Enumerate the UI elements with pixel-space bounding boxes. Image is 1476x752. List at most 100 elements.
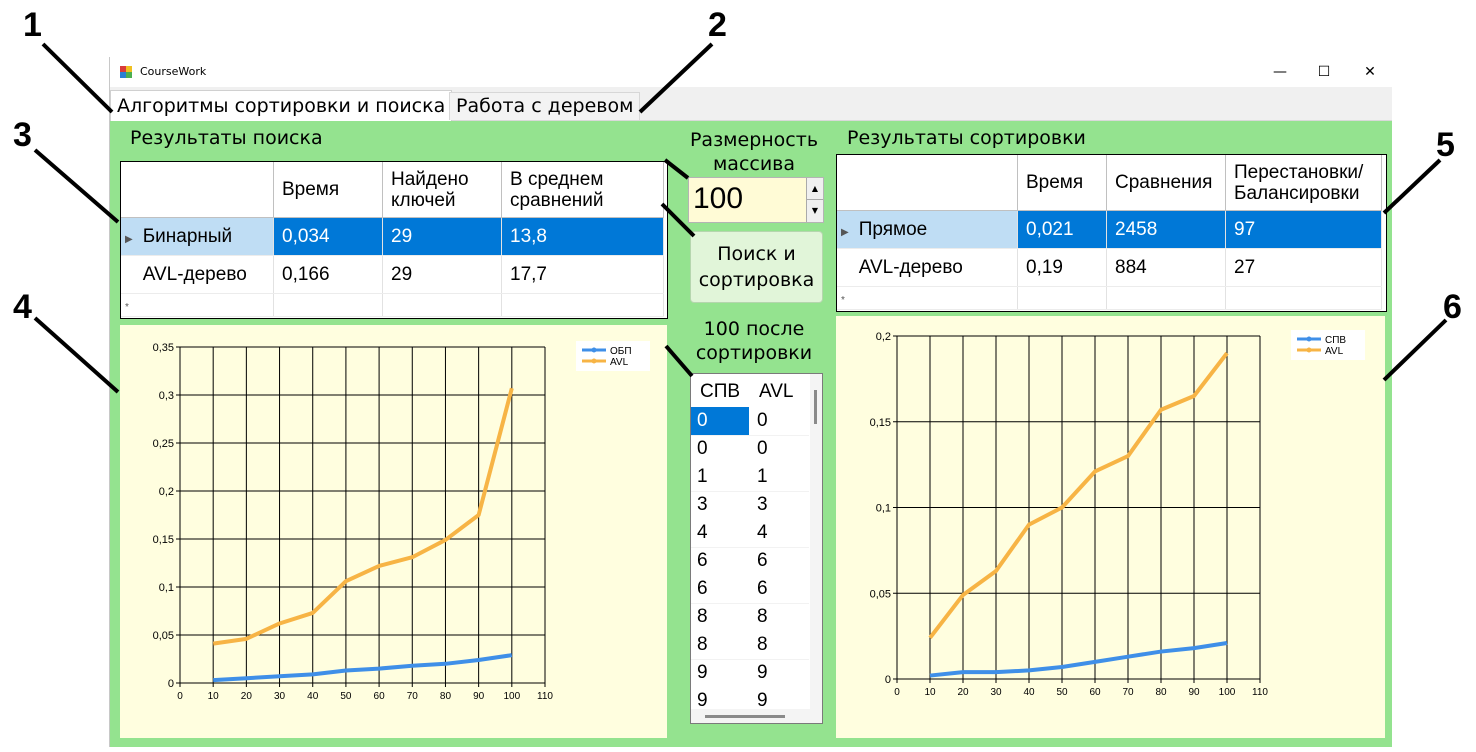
- list-cell-spv[interactable]: 4: [691, 519, 749, 547]
- sort-chart-svg: 0 10 20 30 40 50 60 70 80 90 100 110 0 0,05 0,1 0,15 0,2…: [870, 330, 1365, 698]
- x-tick-label: 40: [1023, 687, 1035, 698]
- cell-swaps[interactable]: 27: [1225, 248, 1382, 287]
- cell-avg[interactable]: 17,7: [501, 255, 664, 294]
- cell-cmp[interactable]: 884: [1106, 248, 1226, 287]
- x-tick-label: 80: [1155, 687, 1167, 698]
- close-button[interactable]: ✕: [1350, 62, 1390, 82]
- list-cell-avl[interactable]: 6: [751, 575, 768, 603]
- series-line-avl: [212, 387, 514, 646]
- list-cell-avl[interactable]: 3: [751, 491, 768, 519]
- callout-6: 6: [1443, 288, 1462, 326]
- x-tick-label: 50: [1056, 687, 1068, 698]
- list-item[interactable]: 66: [691, 575, 809, 604]
- table-row[interactable]: ▶ Бинарный 0,034 29 13,8: [121, 217, 664, 256]
- x-tick-label: 110: [537, 691, 553, 702]
- x-tick-label: 60: [1089, 687, 1101, 698]
- y-tick-label: 0,05: [870, 588, 891, 600]
- search-col-avg[interactable]: В среднем сравнений: [501, 162, 664, 218]
- list-item[interactable]: 00: [691, 407, 809, 436]
- table-row[interactable]: ▶ Прямое 0,021 2458 97: [837, 210, 1382, 249]
- app-window: CourseWork — ☐ ✕ Алгоритмы сортировки и …: [109, 57, 1392, 747]
- app-icon: [120, 66, 132, 78]
- tab-sort-search[interactable]: Алгоритмы сортировки и поиска: [110, 90, 453, 122]
- tab-content: Результаты поиска Время Найдено ключей В…: [110, 121, 1392, 747]
- search-col-found[interactable]: Найдено ключей: [382, 162, 502, 218]
- search-header-row: Время Найдено ключей В среднем сравнений: [121, 162, 664, 218]
- list-item[interactable]: 44: [691, 519, 809, 548]
- cell-time[interactable]: 0,166: [273, 255, 383, 294]
- new-row[interactable]: *: [121, 293, 664, 317]
- list-cell-avl[interactable]: 1: [751, 463, 768, 491]
- list-item[interactable]: 00: [691, 435, 809, 463]
- h-scroll-thumb[interactable]: [705, 715, 785, 718]
- list-cell-spv[interactable]: 0: [691, 435, 749, 463]
- list-cell-spv[interactable]: 1: [691, 463, 749, 491]
- cell-found[interactable]: 29: [382, 217, 502, 256]
- list-item[interactable]: 66: [691, 547, 809, 575]
- array-size-input[interactable]: 100 ▲ ▼: [688, 177, 824, 223]
- list-cell-spv[interactable]: 9: [691, 659, 749, 687]
- scroll-thumb[interactable]: [814, 390, 817, 424]
- new-row-icon: *: [841, 295, 845, 306]
- cell-cmp[interactable]: 2458: [1106, 210, 1226, 249]
- list-item[interactable]: 99: [691, 659, 809, 687]
- cell-avg[interactable]: 13,8: [501, 217, 664, 256]
- vertical-scrollbar[interactable]: [810, 374, 822, 709]
- maximize-button[interactable]: ☐: [1304, 62, 1344, 82]
- list-cell-avl[interactable]: 8: [751, 631, 768, 659]
- search-col-time[interactable]: Время: [273, 162, 383, 218]
- cell-swaps[interactable]: 97: [1225, 210, 1382, 249]
- sort-col-time[interactable]: Время: [1017, 155, 1107, 211]
- sort-col-swaps[interactable]: Перестановки/ Балансировки: [1225, 155, 1382, 211]
- spin-up-button[interactable]: ▲: [806, 178, 823, 200]
- list-cell-spv[interactable]: 6: [691, 575, 749, 603]
- list-cell-spv[interactable]: 8: [691, 603, 749, 631]
- minimize-button[interactable]: —: [1260, 62, 1300, 82]
- tab-strip: Алгоритмы сортировки и поиска Работа с д…: [110, 87, 1392, 122]
- list-cell-avl[interactable]: 4: [751, 519, 768, 547]
- list-cell-avl[interactable]: 9: [751, 659, 768, 687]
- cell-time[interactable]: 0,19: [1017, 248, 1107, 287]
- cell-time[interactable]: 0,034: [273, 217, 383, 256]
- legend-label: ОБП: [610, 346, 632, 357]
- cell-time[interactable]: 0,021: [1017, 210, 1107, 249]
- y-tick-label: 0,25: [153, 438, 174, 450]
- search-results-grid[interactable]: Время Найдено ключей В среднем сравнений…: [120, 161, 668, 319]
- x-tick-label: 0: [177, 691, 183, 702]
- list-item[interactable]: 88: [691, 603, 809, 631]
- search-sort-button[interactable]: Поиск и сортировка: [690, 231, 823, 303]
- list-item[interactable]: 88: [691, 631, 809, 660]
- list-item[interactable]: 11: [691, 463, 809, 492]
- spin-down-button[interactable]: ▼: [806, 200, 823, 222]
- list-cell-avl[interactable]: 8: [751, 603, 768, 631]
- cell-found[interactable]: 29: [382, 255, 502, 294]
- x-tick-label: 70: [407, 691, 419, 702]
- array-size-label: Размерность массива: [689, 129, 819, 175]
- callout-5: 5: [1436, 126, 1455, 164]
- sorted-list-label: 100 после сортировки: [695, 318, 813, 364]
- y-tick-label: 0,1: [876, 503, 891, 515]
- list-col-avl: AVL: [759, 381, 794, 402]
- search-chart: 0 10 20 30 40 50 60 70 80 90 100 110 0 0,05 0,1 0,15 0,2…: [120, 325, 667, 738]
- y-tick-label: 0,35: [153, 342, 174, 354]
- list-cell-avl[interactable]: 0: [751, 435, 768, 463]
- table-row[interactable]: ▶AVL-дерево 0,166 29 17,7: [121, 255, 664, 294]
- new-row[interactable]: *: [837, 286, 1382, 310]
- list-cell-avl[interactable]: 6: [751, 547, 768, 575]
- list-cell-avl[interactable]: 0: [751, 407, 768, 435]
- x-tick-label: 10: [208, 691, 220, 702]
- sort-col-cmp[interactable]: Сравнения: [1106, 155, 1226, 211]
- current-row-icon: ▶: [841, 226, 849, 238]
- list-cell-spv[interactable]: 6: [691, 547, 749, 575]
- y-tick-label: 0,2: [159, 486, 174, 498]
- corner-cell: [837, 155, 1018, 211]
- horizontal-scrollbar[interactable]: [691, 709, 822, 723]
- list-cell-spv[interactable]: 0: [691, 407, 749, 435]
- sorted-values-list[interactable]: СПВ AVL 0000113344666688889999: [690, 373, 823, 724]
- table-row[interactable]: ▶AVL-дерево 0,19 884 27: [837, 248, 1382, 287]
- tab-tree[interactable]: Работа с деревом: [449, 92, 641, 120]
- list-cell-spv[interactable]: 3: [691, 491, 749, 519]
- list-item[interactable]: 33: [691, 491, 809, 519]
- list-cell-spv[interactable]: 8: [691, 631, 749, 659]
- sort-results-grid[interactable]: Время Сравнения Перестановки/ Балансиров…: [836, 154, 1387, 312]
